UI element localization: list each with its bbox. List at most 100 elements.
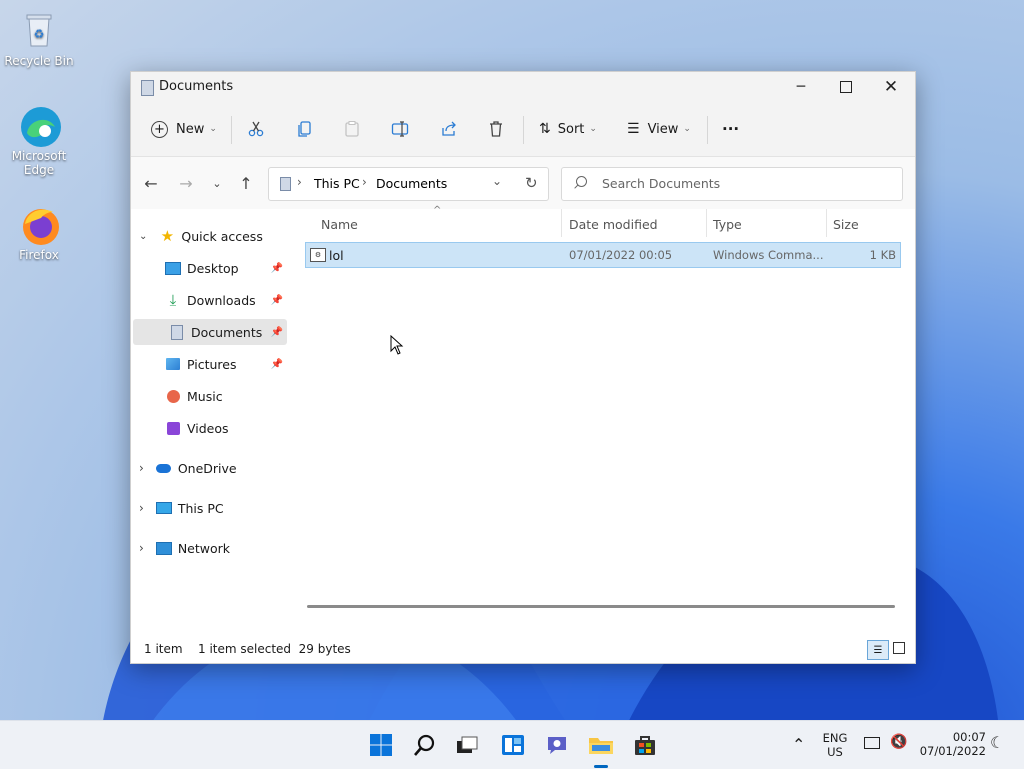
pin-icon[interactable]: 📌 xyxy=(271,327,283,338)
sort-button[interactable]: ⇅ Sort ⌄ xyxy=(539,114,597,144)
store-button[interactable] xyxy=(631,731,659,759)
command-script-icon: ⚙ xyxy=(310,248,326,262)
new-button[interactable]: + New ⌄ xyxy=(151,114,217,144)
file-explorer-taskbar-button[interactable] xyxy=(587,731,615,759)
paste-button[interactable] xyxy=(343,114,361,144)
maximize-button[interactable] xyxy=(823,72,869,102)
column-divider[interactable] xyxy=(826,209,827,237)
command-bar: + New ⌄ ⇅ Sort ⌄ ☰ View ⌄ ··· xyxy=(131,102,915,157)
sidebar-item-onedrive[interactable]: › OneDrive xyxy=(139,455,289,481)
widgets-button[interactable] xyxy=(499,731,527,759)
breadcrumb-documents[interactable]: Documents xyxy=(376,176,447,191)
sort-label: Sort xyxy=(557,121,585,137)
paste-icon xyxy=(345,121,359,137)
show-hidden-icons-button[interactable]: ⌃ xyxy=(792,735,805,754)
minimize-button[interactable]: ─ xyxy=(778,72,824,102)
maximize-icon xyxy=(840,81,852,93)
title-bar[interactable]: Documents ─ ✕ xyxy=(131,72,915,102)
column-divider[interactable] xyxy=(706,209,707,237)
forward-button[interactable]: → xyxy=(175,171,197,195)
column-header-date-modified[interactable]: Date modified xyxy=(569,217,658,232)
toolbar-divider xyxy=(707,116,708,144)
sort-ascending-icon: ^ xyxy=(433,205,442,216)
delete-button[interactable] xyxy=(487,114,505,144)
sidebar-item-videos[interactable]: Videos xyxy=(165,415,287,441)
desktop-icon-label: Microsoft Edge xyxy=(11,149,67,177)
more-options-button[interactable]: ··· xyxy=(722,114,739,144)
column-header-type[interactable]: Type xyxy=(713,217,742,232)
sidebar-item-desktop[interactable]: Desktop 📌 xyxy=(165,255,287,281)
arrow-up-icon: ↑ xyxy=(239,173,253,193)
edge-icon xyxy=(19,105,61,147)
focus-assist-moon-icon[interactable]: ☾ xyxy=(990,733,1004,752)
search-box[interactable]: Search Documents xyxy=(561,167,903,201)
copy-button[interactable] xyxy=(296,114,314,144)
clock-date: 07/01/2022 xyxy=(919,744,986,758)
file-size: 1 KB xyxy=(869,248,896,262)
details-view-button[interactable]: ☰ xyxy=(867,640,889,660)
address-history-chevron-icon[interactable]: ⌄ xyxy=(492,174,502,188)
column-divider[interactable] xyxy=(561,209,562,237)
breadcrumb-separator-icon: › xyxy=(297,175,302,189)
share-button[interactable] xyxy=(440,114,458,144)
large-icons-view-button[interactable] xyxy=(893,642,905,654)
search-placeholder: Search Documents xyxy=(602,176,721,191)
view-label: View xyxy=(647,121,679,137)
cut-button[interactable] xyxy=(247,114,265,144)
breadcrumb-separator-icon: › xyxy=(362,175,367,189)
refresh-icon[interactable]: ↻ xyxy=(525,174,538,192)
firefox-icon xyxy=(19,204,59,245)
close-button[interactable]: ✕ xyxy=(868,72,914,102)
pin-icon[interactable]: 📌 xyxy=(271,359,283,370)
column-header-size[interactable]: Size xyxy=(833,217,859,232)
desktop-icon-label: Recycle Bin xyxy=(4,54,74,68)
pin-icon[interactable]: 📌 xyxy=(271,295,283,306)
horizontal-scrollbar[interactable] xyxy=(307,605,895,608)
sidebar-item-music[interactable]: Music xyxy=(165,383,287,409)
windows-logo-icon xyxy=(370,734,392,756)
sidebar-item-this-pc[interactable]: › This PC xyxy=(139,495,289,521)
search-icon-handle xyxy=(574,184,579,189)
widgets-icon xyxy=(502,735,524,755)
pin-icon[interactable]: 📌 xyxy=(271,263,283,274)
desktop-icon-recycle-bin[interactable]: ♻ Recycle Bin xyxy=(4,10,74,68)
desktop-icon-edge[interactable]: Microsoft Edge xyxy=(4,105,74,177)
rename-button[interactable] xyxy=(391,114,409,144)
videos-icon xyxy=(165,420,181,436)
arrow-left-icon: ← xyxy=(144,173,158,193)
sidebar-item-network[interactable]: › Network xyxy=(139,535,289,561)
keyboard-layout: US xyxy=(827,745,843,759)
arrow-right-icon: → xyxy=(179,173,193,193)
input-language-indicator[interactable]: ENG US xyxy=(818,731,852,759)
recent-locations-button[interactable]: ⌄ xyxy=(206,171,228,195)
view-button[interactable]: ☰ View ⌄ xyxy=(627,114,691,144)
new-label: New xyxy=(176,121,205,137)
language-code: ENG xyxy=(822,731,848,745)
file-row[interactable]: ⚙ lol 07/01/2022 00:05 Windows Comma... … xyxy=(305,242,901,268)
chat-button[interactable] xyxy=(543,731,571,759)
chevron-right-icon: › xyxy=(139,501,144,515)
search-button[interactable] xyxy=(411,731,439,759)
sidebar-item-quick-access[interactable]: ⌄ ★ Quick access xyxy=(139,223,289,249)
task-view-button[interactable] xyxy=(453,731,481,759)
documents-icon xyxy=(141,80,154,96)
start-button[interactable] xyxy=(367,731,395,759)
column-header-name[interactable]: Name xyxy=(321,217,358,232)
sidebar-item-documents[interactable]: Documents 📌 xyxy=(133,319,287,345)
plus-circle-icon: + xyxy=(151,120,168,138)
volume-muted-icon[interactable]: 🔇 xyxy=(890,734,907,750)
desktop-icon-firefox[interactable]: Firefox xyxy=(4,204,74,262)
sidebar-item-pictures[interactable]: Pictures 📌 xyxy=(165,351,287,377)
network-status-icon[interactable] xyxy=(864,737,880,749)
breadcrumb-this-pc[interactable]: This PC xyxy=(314,176,360,191)
toolbar-divider xyxy=(231,116,232,144)
network-icon xyxy=(155,540,172,556)
up-button[interactable]: ↑ xyxy=(235,171,257,195)
file-explorer-window: Documents ─ ✕ + New ⌄ ⇅ Sort ⌄ ☰ View ⌄ … xyxy=(130,71,916,664)
sidebar-item-downloads[interactable]: ⤓ Downloads 📌 xyxy=(165,287,287,313)
selection-info: 1 item selected 29 bytes xyxy=(198,642,351,656)
file-date-modified: 07/01/2022 00:05 xyxy=(569,248,673,262)
address-bar[interactable]: › This PC › Documents ⌄ ↻ xyxy=(268,167,549,201)
back-button[interactable]: ← xyxy=(140,171,162,195)
clock[interactable]: 00:07 07/01/2022 xyxy=(914,730,986,758)
